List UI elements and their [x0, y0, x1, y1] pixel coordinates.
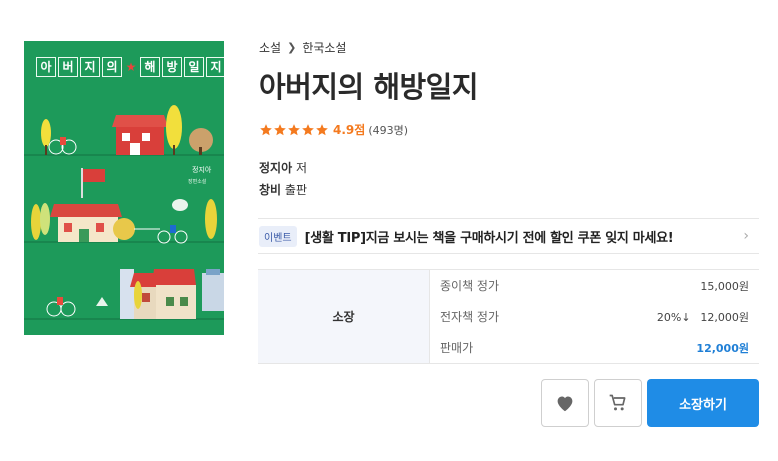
price-value: 15,000원: [700, 279, 749, 293]
star-icon: [302, 123, 314, 135]
price-row-sale: 판매가 12,000원: [430, 332, 759, 363]
star-icon: [274, 123, 286, 135]
event-text: [생활 TIP]지금 보시는 책을 구매하시기 전에 할인 쿠폰 잊지 마세요!: [304, 230, 674, 246]
price-row-ebook: 전자책 정가 20%↓ 12,000원: [430, 301, 759, 332]
sale-price-value: 12,000원: [696, 341, 749, 355]
breadcrumb-subcategory[interactable]: 한국소설: [302, 39, 346, 56]
author-role: 저: [295, 161, 307, 175]
price-value: 12,000원: [700, 310, 749, 324]
chevron-right-icon: ❯: [287, 41, 297, 54]
event-banner[interactable]: 이벤트 [생활 TIP]지금 보시는 책을 구매하시기 전에 할인 쿠폰 잊지 …: [258, 218, 759, 254]
cover-subtitle: 장편소설: [188, 179, 207, 185]
cover-author: 정지아: [192, 166, 212, 174]
buy-button[interactable]: 소장하기: [647, 379, 759, 427]
publisher-name[interactable]: 창비: [259, 183, 281, 197]
author-name[interactable]: 정지아: [259, 161, 292, 175]
book-cover[interactable]: 아 버 지 의 ★ 해 방 일 지 정지아 장편소설: [24, 41, 224, 335]
publisher-line: 창비 출판: [259, 181, 307, 198]
breadcrumb: 소설 ❯ 한국소설: [259, 39, 346, 56]
cover-title: 아 버 지 의 ★ 해 방 일 지: [36, 57, 224, 77]
cover-title-char: 아: [36, 57, 56, 77]
cover-illustration: [24, 105, 224, 320]
rating: 4.9점 (493명): [259, 121, 408, 138]
star-icon: [316, 123, 328, 135]
cart-button[interactable]: [594, 379, 642, 427]
rating-score: 4.9점: [333, 123, 366, 137]
price-label: 종이책 정가: [440, 279, 500, 293]
price-row-paper: 종이책 정가 15,000원: [430, 270, 759, 301]
cover-title-char: 일: [184, 57, 204, 77]
event-badge: 이벤트: [259, 225, 297, 247]
book-title: 아버지의 해방일지: [259, 70, 479, 104]
heart-icon: [557, 396, 573, 412]
star-icon: [288, 123, 300, 135]
price-label: 판매가: [440, 341, 474, 355]
chevron-right-icon: ›: [743, 228, 749, 244]
wishlist-button[interactable]: [541, 379, 589, 427]
rating-count[interactable]: (493명): [368, 122, 408, 138]
price-table: 소장 종이책 정가 15,000원 전자책 정가 20%↓ 12,000원 판매…: [258, 269, 759, 364]
cart-icon: [609, 394, 626, 411]
discount-rate: 20%↓: [656, 310, 691, 324]
cover-title-char: 버: [58, 57, 78, 77]
cover-star-icon: ★: [125, 60, 137, 74]
cover-title-char: 의: [102, 57, 122, 77]
star-icon: [260, 123, 272, 135]
author-line: 정지아 저: [259, 159, 307, 176]
cover-title-char: 지: [206, 57, 224, 77]
price-rows: 종이책 정가 15,000원 전자책 정가 20%↓ 12,000원 판매가 1…: [430, 270, 759, 363]
cover-title-char: 해: [140, 57, 160, 77]
publisher-role: 출판: [284, 183, 308, 197]
cover-title-char: 지: [80, 57, 100, 77]
breadcrumb-category[interactable]: 소설: [259, 39, 281, 56]
price-label: 전자책 정가: [440, 310, 500, 324]
price-type-label: 소장: [258, 270, 430, 363]
cover-title-char: 방: [162, 57, 182, 77]
rating-stars: [259, 123, 329, 137]
